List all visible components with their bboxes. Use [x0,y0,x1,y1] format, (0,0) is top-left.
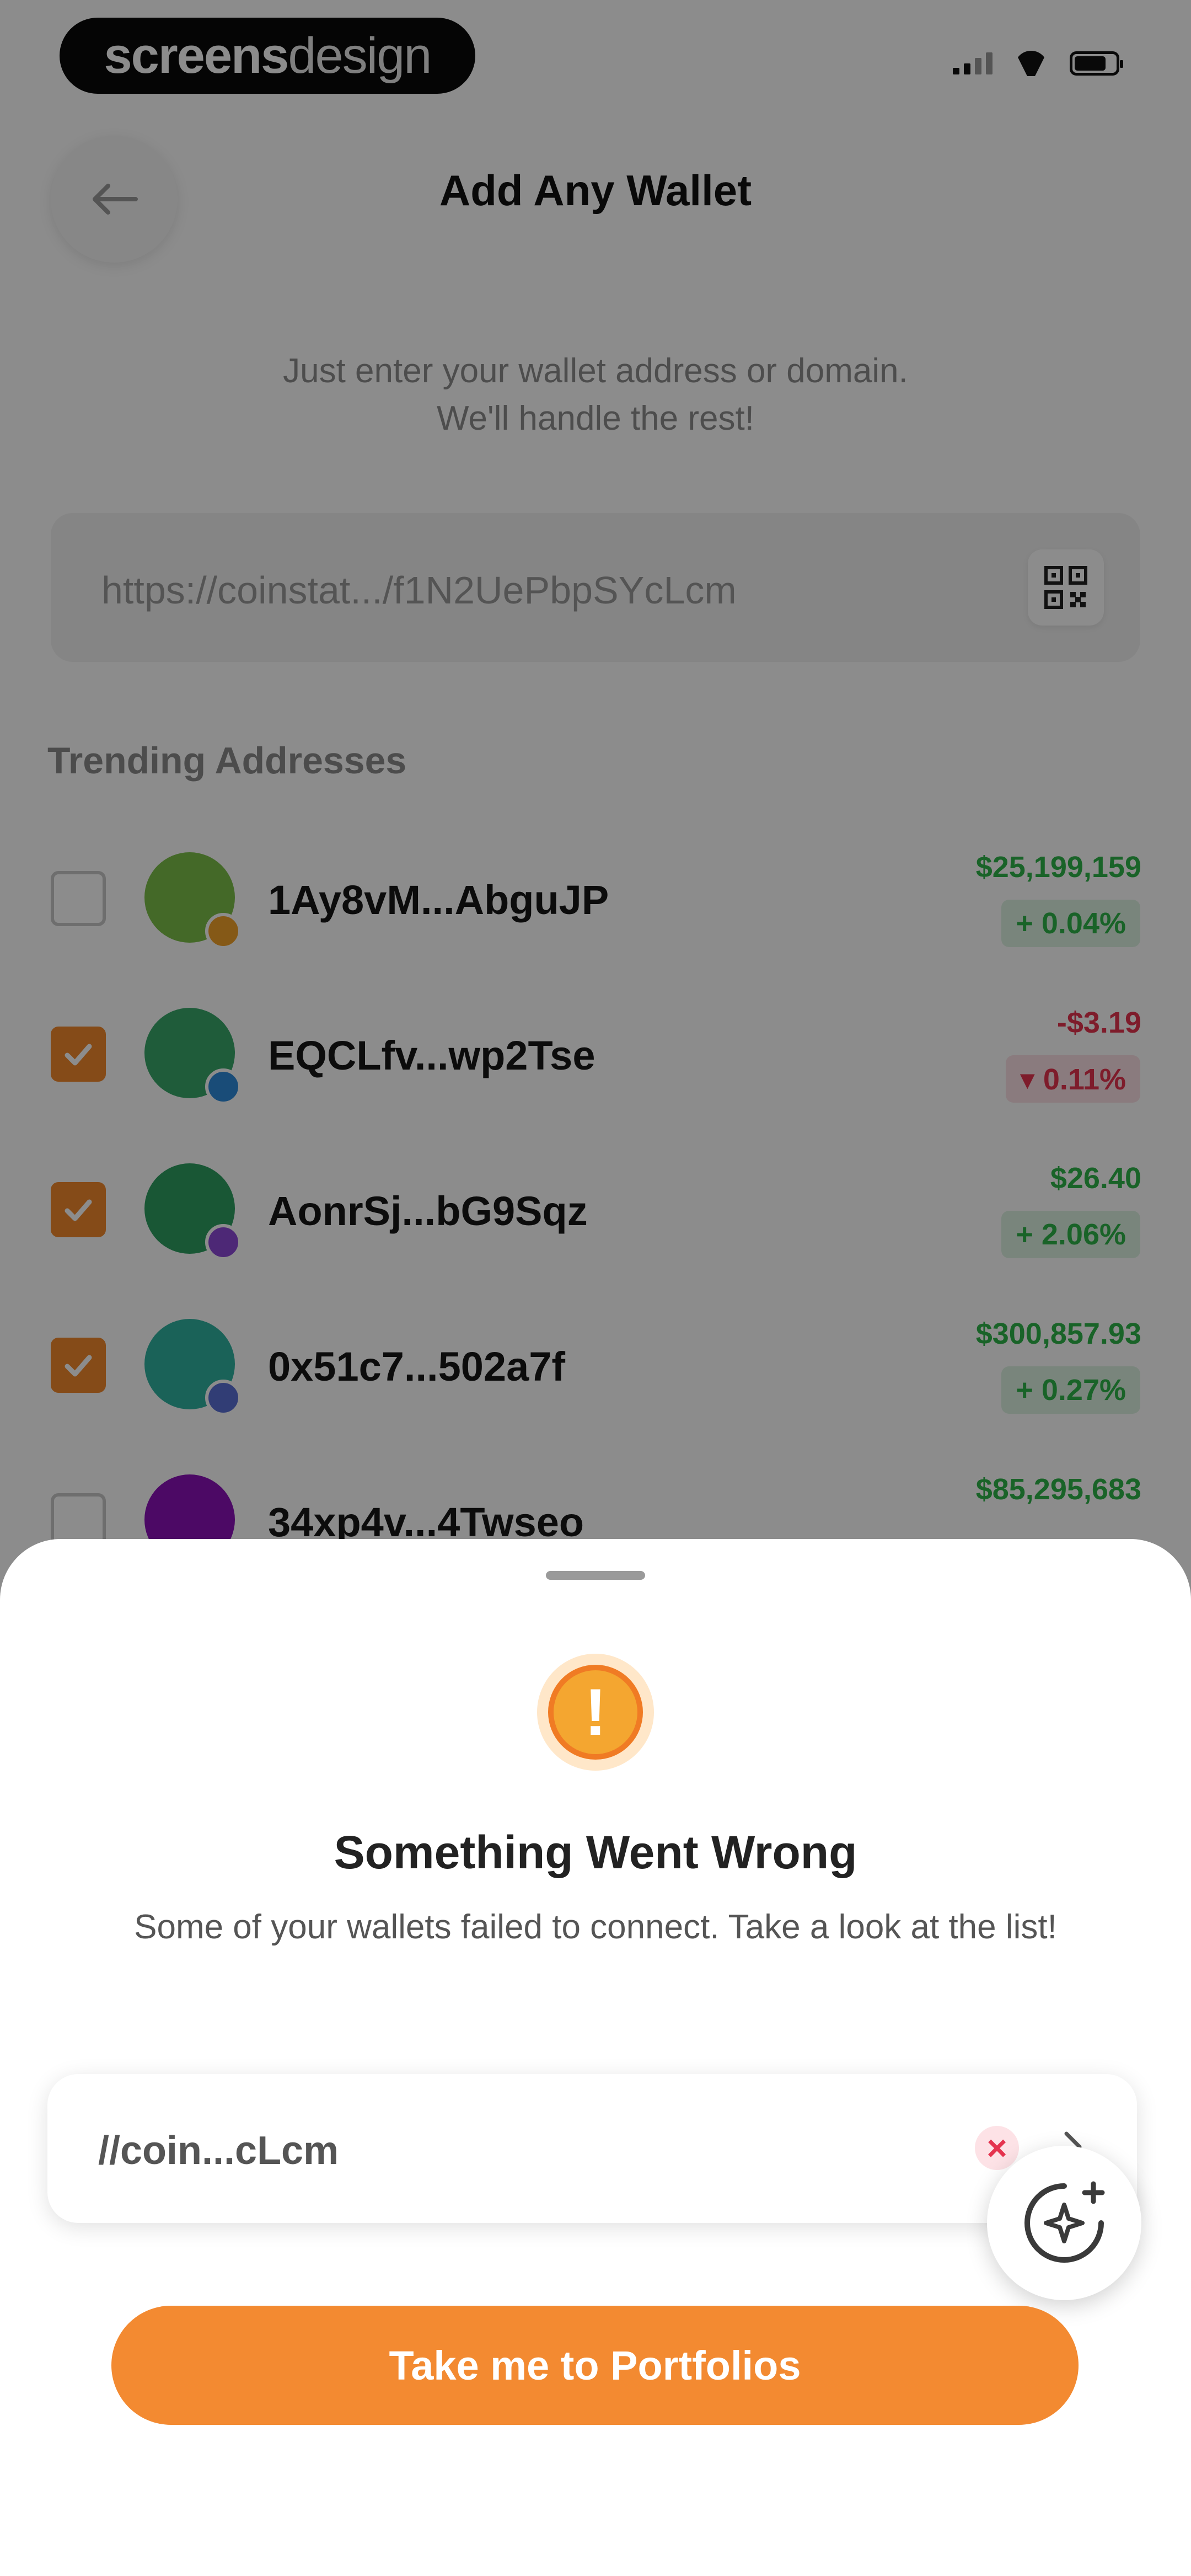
error-bottom-sheet: ! Something Went Wrong Some of your wall… [0,1539,1191,2576]
sheet-title: Something Went Wrong [334,1826,857,1878]
warning-glyph: ! [548,1665,643,1760]
warning-icon: ! [537,1654,654,1771]
sparkle-add-icon [1024,2181,1105,2263]
take-me-to-portfolios-button[interactable]: Take me to Portfolios [111,2306,1079,2425]
failed-wallet-item[interactable]: //coin...cLcm × [47,2074,1137,2223]
sheet-grabber[interactable] [546,1571,645,1580]
add-wallet-screen: screens design Add Any Wallet Just enter … [0,0,1191,2576]
sheet-message: Some of your wallets failed to connect. … [134,1908,1057,1946]
failed-wallet-label: //coin...cLcm [98,2129,339,2173]
error-x-icon: × [975,2126,1019,2170]
assistant-fab[interactable] [987,2146,1141,2300]
